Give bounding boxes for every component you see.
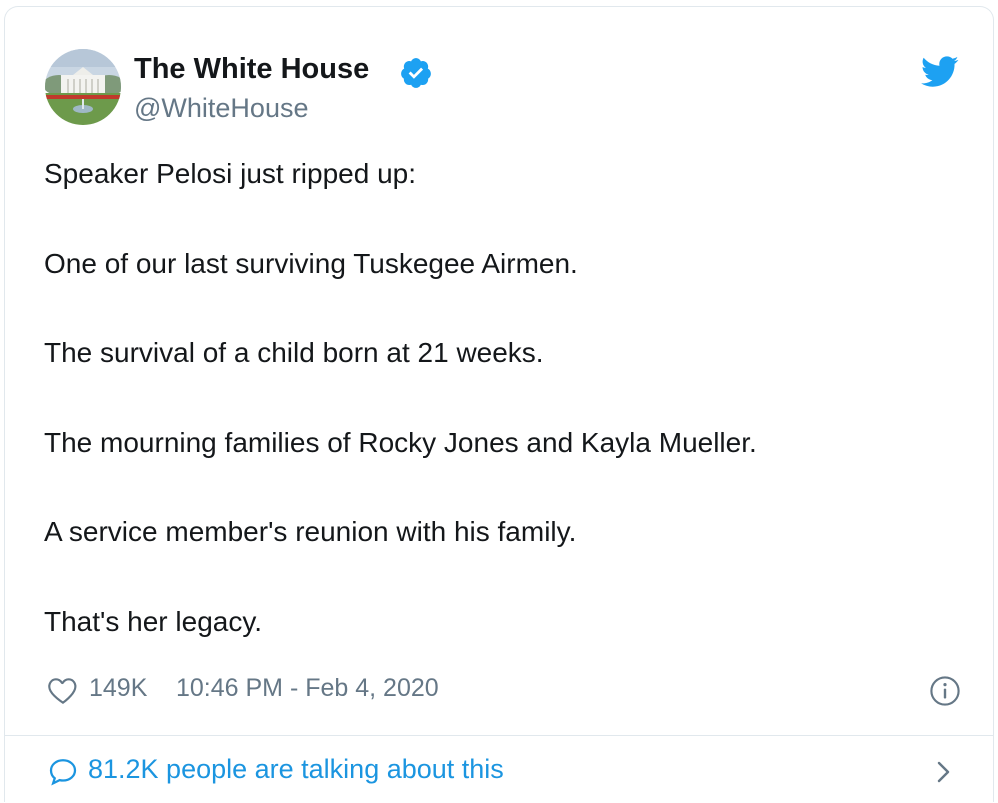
conversation-link-label[interactable]: 81.2K people are talking about this xyxy=(88,754,504,785)
tweet-meta-row: 149K 10:46 PM - Feb 4, 2020 xyxy=(45,671,975,707)
info-icon[interactable] xyxy=(929,675,961,707)
tweet-text: Speaker Pelosi just ripped up: One of ou… xyxy=(44,157,944,695)
tweet-line: Speaker Pelosi just ripped up: xyxy=(44,158,416,189)
twitter-bird-icon[interactable] xyxy=(921,55,959,89)
user-handle[interactable]: @WhiteHouse xyxy=(134,93,308,124)
chevron-right-icon[interactable] xyxy=(931,758,955,786)
display-name[interactable]: The White House xyxy=(134,53,369,86)
tweet-line: That's her legacy. xyxy=(44,605,263,637)
white-house-avatar-image xyxy=(45,49,121,125)
comment-bubble-icon xyxy=(47,756,79,788)
tweet-line: One of our last surviving Tuskegee Airme… xyxy=(44,247,578,279)
tweet-line: The survival of a child born at 21 weeks… xyxy=(44,337,544,369)
conversation-link[interactable]: 81.2K people are talking about this xyxy=(5,736,993,803)
avatar[interactable] xyxy=(45,49,121,125)
tweet-timestamp[interactable]: 10:46 PM - Feb 4, 2020 xyxy=(176,674,439,703)
tweet-line: A service member's reunion with his fami… xyxy=(44,516,577,548)
heart-icon[interactable] xyxy=(47,675,79,705)
like-count[interactable]: 149K xyxy=(89,674,147,703)
tweet-card: The White House @WhiteHouse Speaker Pelo… xyxy=(4,6,994,802)
verified-badge-icon xyxy=(399,56,433,90)
tweet-line: The mourning families of Rocky Jones and… xyxy=(44,426,757,458)
